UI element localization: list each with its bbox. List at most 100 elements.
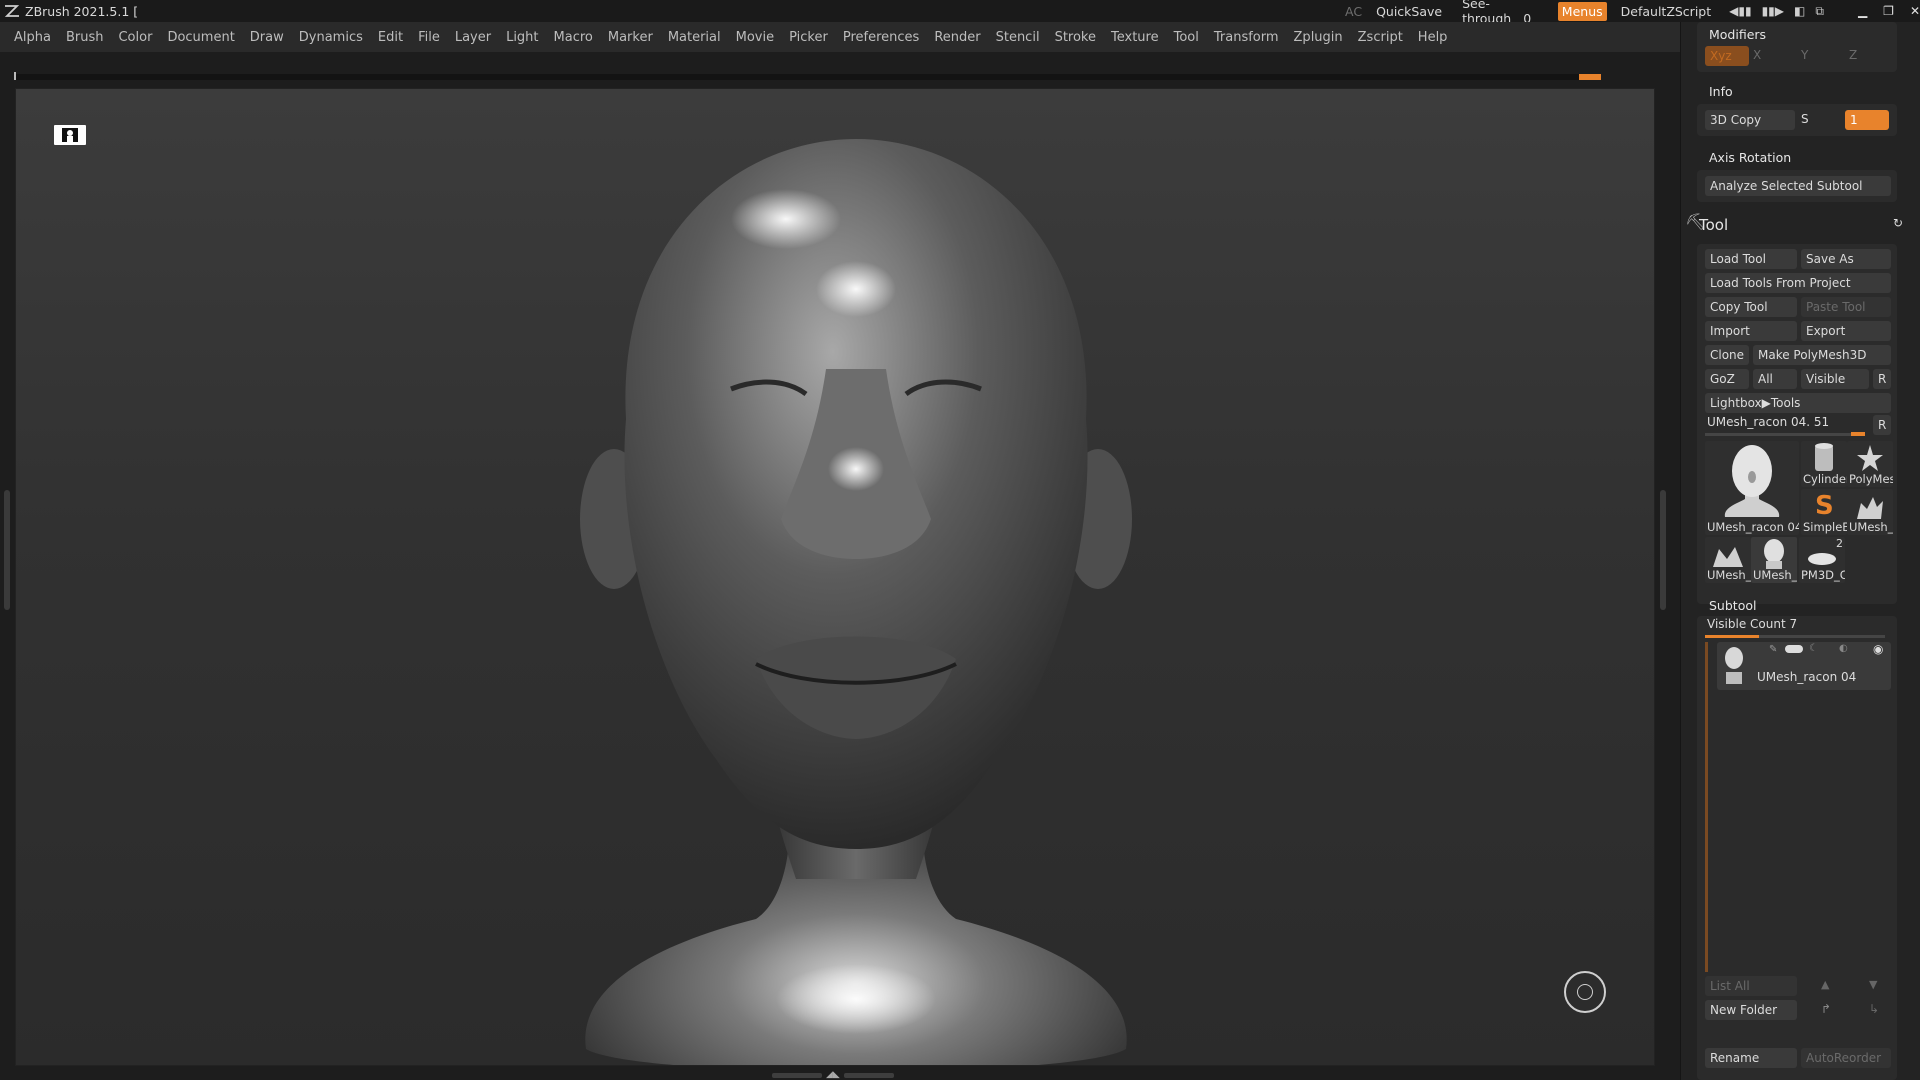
- menus-toggle[interactable]: Menus: [1557, 1, 1607, 21]
- subtool-toggle-icon[interactable]: [1785, 645, 1803, 653]
- layout-right-icon[interactable]: ▮▮▶: [1762, 4, 1784, 19]
- menu-dynamics[interactable]: Dynamics: [299, 30, 363, 45]
- copy-tool-button[interactable]: Copy Tool: [1705, 297, 1797, 317]
- z-toggle[interactable]: Z: [1849, 48, 1857, 62]
- move-into-folder-icon[interactable]: ↱: [1821, 1002, 1831, 1016]
- lightbox-tools-button[interactable]: Lightbox▶Tools: [1705, 393, 1891, 413]
- autoreorder-button[interactable]: AutoReorder: [1801, 1048, 1891, 1068]
- goz-button[interactable]: GoZ: [1705, 369, 1749, 389]
- save-as-button[interactable]: Save As: [1801, 249, 1891, 269]
- tool-refresh-icon[interactable]: ↻: [1893, 216, 1903, 230]
- make-polymesh3d-button[interactable]: Make PolyMesh3D: [1753, 345, 1891, 365]
- right-tray-handle[interactable]: [1660, 490, 1666, 610]
- current-tool-slider-knob[interactable]: [1851, 432, 1865, 436]
- creature-thumbnail-icon: [1857, 497, 1883, 519]
- menu-document[interactable]: Document: [167, 30, 234, 45]
- 3d-copy-button[interactable]: 3D Copy: [1705, 110, 1795, 130]
- tool-thumb-umesh-2[interactable]: UMesh_: [1847, 489, 1893, 535]
- export-button[interactable]: Export: [1801, 321, 1891, 341]
- load-tools-from-project-button[interactable]: Load Tools From Project: [1705, 273, 1891, 293]
- bottom-tray-handle[interactable]: ◢◣: [772, 1070, 900, 1080]
- menu-material[interactable]: Material: [668, 30, 721, 45]
- sculpt-bust-model[interactable]: [556, 119, 1156, 1066]
- tool-thumb-umesh-4[interactable]: UMesh_: [1751, 537, 1797, 583]
- subtool-item[interactable]: ✎ ☾ ◐ ◉ UMesh_racon 04: [1717, 642, 1891, 690]
- menu-layer[interactable]: Layer: [455, 30, 491, 45]
- tool-thumb-umesh-racon[interactable]: UMesh_racon 04: [1705, 441, 1799, 535]
- menu-preferences[interactable]: Preferences: [843, 30, 919, 45]
- move-out-folder-icon[interactable]: ↳: [1869, 1002, 1879, 1016]
- new-folder-button[interactable]: New Folder: [1705, 1000, 1797, 1020]
- clone-button[interactable]: Clone: [1705, 345, 1749, 365]
- y-toggle[interactable]: Y: [1801, 48, 1808, 62]
- menu-draw[interactable]: Draw: [250, 30, 284, 45]
- subtool-eye-icon[interactable]: ◉: [1873, 642, 1883, 656]
- window-tile-icon[interactable]: ⧉: [1815, 4, 1824, 19]
- analyze-selected-subtool-button[interactable]: Analyze Selected Subtool: [1705, 176, 1891, 196]
- default-zscript-button[interactable]: DefaultZScript: [1621, 4, 1712, 19]
- left-tray-handle[interactable]: [4, 490, 10, 610]
- ac-button[interactable]: AC: [1345, 4, 1362, 19]
- timeline-marker[interactable]: [1579, 74, 1601, 80]
- subtool-lock-icon[interactable]: ◐: [1839, 643, 1848, 654]
- timeline-strip[interactable]: [14, 72, 1601, 80]
- menu-marker[interactable]: Marker: [608, 30, 653, 45]
- xyz-toggle[interactable]: Xyz: [1705, 46, 1749, 66]
- tool-thumb-cylinder[interactable]: Cylinder: [1801, 441, 1847, 487]
- menu-help[interactable]: Help: [1418, 30, 1448, 45]
- layout-left-icon[interactable]: ◀▮▮: [1729, 4, 1751, 19]
- restore-icon[interactable]: ❐: [1883, 4, 1894, 18]
- menu-stencil[interactable]: Stencil: [996, 30, 1040, 45]
- visible-count-label[interactable]: Visible Count 7: [1707, 617, 1797, 631]
- menu-picker[interactable]: Picker: [789, 30, 828, 45]
- menu-macro[interactable]: Macro: [554, 30, 593, 45]
- menu-zplugin[interactable]: Zplugin: [1294, 30, 1343, 45]
- move-down-icon[interactable]: ▼: [1869, 978, 1877, 991]
- menu-transform[interactable]: Transform: [1214, 30, 1279, 45]
- menu-stroke[interactable]: Stroke: [1055, 30, 1096, 45]
- list-all-button[interactable]: List All: [1705, 976, 1797, 996]
- info-value-input[interactable]: 1: [1845, 110, 1889, 130]
- quicksave-button[interactable]: QuickSave: [1376, 4, 1442, 19]
- tool-thumb-umesh-3[interactable]: UMesh_: [1705, 537, 1751, 583]
- menu-texture[interactable]: Texture: [1111, 30, 1159, 45]
- menu-brush[interactable]: Brush: [66, 30, 104, 45]
- subtool-scrollbar[interactable]: [1705, 642, 1708, 972]
- menu-movie[interactable]: Movie: [736, 30, 774, 45]
- subtool-brush-icon[interactable]: ✎: [1769, 644, 1777, 655]
- tool-thumb-simplebrush[interactable]: S SimpleB: [1801, 489, 1847, 535]
- load-tool-button[interactable]: Load Tool: [1705, 249, 1797, 269]
- menu-tool[interactable]: Tool: [1174, 30, 1199, 45]
- menu-color[interactable]: Color: [118, 30, 152, 45]
- tool-title[interactable]: Tool: [1699, 216, 1728, 234]
- subtool-moon-icon[interactable]: ☾: [1809, 643, 1818, 654]
- goz-visible-button[interactable]: Visible: [1801, 369, 1869, 389]
- menu-file[interactable]: File: [418, 30, 440, 45]
- close-icon[interactable]: ✕: [1910, 4, 1920, 18]
- import-button[interactable]: Import: [1705, 321, 1797, 341]
- camera-badge-icon[interactable]: [54, 125, 86, 145]
- document-canvas[interactable]: [15, 88, 1655, 1066]
- subtool-bust-thumbnail-icon: [1725, 647, 1743, 684]
- paste-tool-button[interactable]: Paste Tool: [1801, 297, 1891, 317]
- menu-render[interactable]: Render: [934, 30, 980, 45]
- tool-thumb-pm3d[interactable]: 2 PM3D_C: [1799, 537, 1845, 583]
- rename-button[interactable]: Rename: [1705, 1048, 1797, 1068]
- minimize-icon[interactable]: ▁: [1858, 4, 1867, 18]
- menu-light[interactable]: Light: [506, 30, 538, 45]
- visible-count-slider[interactable]: [1705, 635, 1885, 638]
- goz-r-button[interactable]: R: [1873, 369, 1891, 389]
- goz-all-button[interactable]: All: [1753, 369, 1797, 389]
- move-up-icon[interactable]: ▲: [1821, 978, 1829, 991]
- menu-alpha[interactable]: Alpha: [14, 30, 51, 45]
- window-stack-icon[interactable]: ◧: [1794, 4, 1805, 19]
- menu-zscript[interactable]: Zscript: [1358, 30, 1403, 45]
- tool-thumb-polymesh[interactable]: PolyMes: [1847, 441, 1893, 487]
- x-toggle[interactable]: X: [1753, 48, 1761, 62]
- menu-edit[interactable]: Edit: [378, 30, 403, 45]
- subtool-title[interactable]: Subtool: [1709, 598, 1756, 613]
- current-tool-r-button[interactable]: R: [1873, 415, 1891, 435]
- navigation-gizmo-icon[interactable]: [1564, 971, 1606, 1013]
- current-tool-name[interactable]: UMesh_racon 04. 51: [1707, 415, 1829, 429]
- current-tool-slider[interactable]: [1705, 433, 1865, 436]
